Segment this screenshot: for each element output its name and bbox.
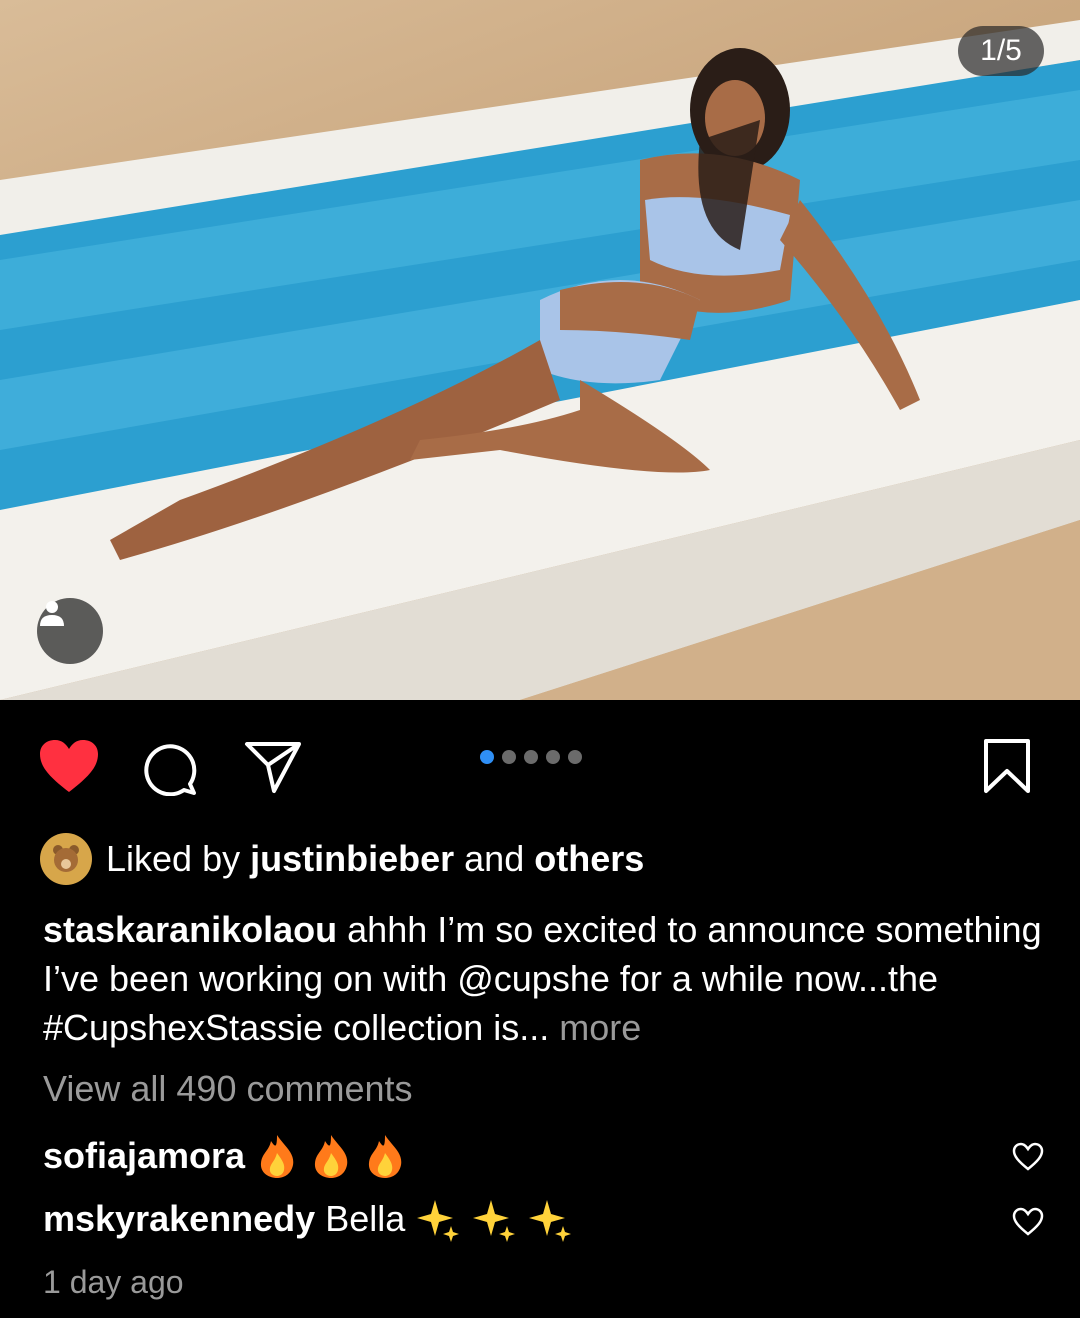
liker-avatar[interactable]: [40, 833, 92, 885]
carousel-dot: [568, 750, 582, 764]
heart-filled-icon: [40, 740, 98, 792]
carousel-dot: [502, 750, 516, 764]
liker-username[interactable]: justinbieber: [250, 838, 454, 880]
carousel-dot-active: [480, 750, 494, 764]
heart-outline-icon: [1012, 1142, 1044, 1171]
fire-emoji-group: [255, 1133, 407, 1179]
fire-icon: [315, 1135, 348, 1178]
post-timestamp: 1 day ago: [43, 1264, 184, 1300]
sparkles-icon: [473, 1200, 516, 1242]
save-button[interactable]: [983, 738, 1031, 799]
caption-username[interactable]: staskaranikolaou: [43, 909, 337, 950]
carousel-dot: [524, 750, 538, 764]
send-icon: [245, 742, 301, 793]
comment-like-button[interactable]: [1012, 1142, 1044, 1177]
share-button[interactable]: [244, 740, 302, 799]
comment-row: sofiajamora: [43, 1133, 407, 1179]
comment-like-button[interactable]: [1012, 1207, 1044, 1242]
bear-avatar-icon: [53, 845, 79, 872]
sparkles-emoji-group: [415, 1196, 573, 1242]
carousel-counter: 1/5: [958, 26, 1044, 76]
comment-icon: [144, 744, 197, 797]
caption-more-link[interactable]: more: [559, 1007, 641, 1048]
liked-by-prefix: Liked by: [106, 838, 241, 879]
comment-username[interactable]: sofiajamora: [43, 1135, 245, 1177]
view-all-comments-link[interactable]: View all 490 comments: [43, 1068, 413, 1110]
fire-icon: [369, 1135, 402, 1178]
photo-illustration: [0, 20, 1080, 700]
bookmark-icon: [984, 739, 1030, 793]
fire-icon: [261, 1135, 294, 1178]
post-caption: staskaranikolaou ahhh I’m so excited to …: [43, 905, 1043, 1052]
liked-by-row[interactable]: Liked by justinbieber and others: [40, 833, 644, 885]
comment-text: Bella: [325, 1198, 406, 1239]
comment-button[interactable]: [142, 740, 198, 801]
comment-username[interactable]: mskyrakennedy: [43, 1198, 315, 1240]
person-icon: [40, 601, 64, 626]
carousel-indicator: [480, 750, 582, 764]
tagged-people-button[interactable]: [37, 598, 103, 664]
liked-by-and: and: [464, 838, 525, 879]
like-button[interactable]: [38, 738, 100, 799]
comment-row: mskyrakennedy Bella: [43, 1196, 573, 1242]
post-photo[interactable]: 1/5: [0, 0, 1080, 700]
sparkles-icon: [529, 1200, 572, 1242]
heart-outline-icon: [1012, 1207, 1044, 1236]
sparkles-icon: [417, 1200, 460, 1242]
carousel-dot: [546, 750, 560, 764]
liked-by-others[interactable]: others: [534, 838, 644, 880]
